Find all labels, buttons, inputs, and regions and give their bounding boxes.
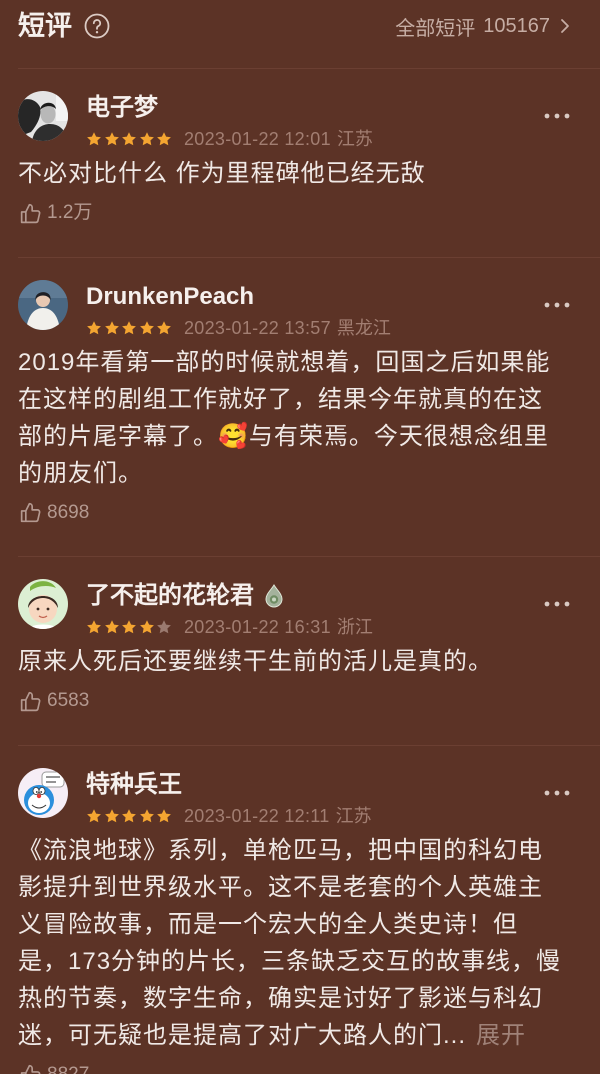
review-text-content: 原来人死后还要继续干生前的活儿是真的。 — [18, 648, 493, 675]
star-rating — [86, 131, 174, 147]
review-item: DrunkenPeach 2023-01-22 13:57 黑龙江 2019年看… — [0, 258, 600, 557]
review-header: 特种兵王 2023-01-22 12:11 江苏 — [18, 767, 582, 826]
review-date: 2023-01-22 12:11 — [184, 805, 330, 826]
review-item: 特种兵王 2023-01-22 12:11 江苏 《流浪地球》系列，单枪匹马，把… — [0, 746, 600, 1074]
star-rating — [86, 619, 174, 635]
review-text: 不必对比什么 作为里程碑他已经无敌 — [18, 155, 566, 192]
review-date: 2023-01-22 12:01 — [184, 129, 331, 149]
thumbs-up-icon — [20, 203, 41, 223]
like-button[interactable]: 8698 — [18, 500, 89, 526]
star-filled-icon — [87, 132, 101, 146]
review-meta: 了不起的花轮君 2023-01-22 16:31 浙江 — [86, 581, 373, 639]
review-location: 江苏 — [336, 129, 373, 149]
rating-row: 2023-01-22 12:11 江苏 — [86, 804, 372, 828]
section-title: 短评 — [18, 11, 72, 41]
review-text: 2019年看第一部的时候就想着，回国之后如果能在这样的剧组工作就好了，结果今年就… — [18, 344, 566, 492]
review-text-content: 《流浪地球》系列，单枪匹马，把中国的科幻电影提升到世界级水平。这不是老套的个人英… — [18, 836, 562, 1049]
more-dots-icon[interactable] — [544, 601, 570, 607]
author-name[interactable]: 了不起的花轮君 — [86, 581, 254, 611]
review-text-content: 2019年看第一部的时候就想着，回国之后如果能在这样的剧组工作就好了，结果今年就… — [18, 348, 551, 487]
rating-row: 2023-01-22 16:31 浙江 — [86, 615, 373, 639]
author-name[interactable]: 特种兵王 — [86, 770, 182, 800]
star-filled-icon — [122, 620, 136, 634]
all-reviews-count: 105167 — [483, 14, 550, 37]
all-reviews-label: 全部短评 — [395, 17, 476, 40]
rating-row: 2023-01-22 13:57 黑龙江 — [86, 316, 391, 340]
avatar[interactable] — [18, 579, 68, 629]
review-meta: 特种兵王 2023-01-22 12:11 江苏 — [86, 770, 372, 828]
star-filled-icon — [122, 132, 136, 146]
star-filled-icon — [87, 620, 101, 634]
review-text-content: 不必对比什么 作为里程碑他已经无敌 — [18, 160, 426, 187]
review-header: 了不起的花轮君 2023-01-22 16:31 浙江 — [18, 579, 582, 637]
star-rating — [86, 808, 174, 824]
like-button[interactable]: 6583 — [18, 688, 89, 714]
review-item: 电子梦 2023-01-22 12:01 江苏 不必对比什么 作为里程碑他已经无… — [0, 69, 600, 257]
star-rating — [86, 320, 174, 336]
like-count: 6583 — [47, 690, 90, 711]
thumbs-up-icon — [20, 502, 41, 523]
author-row: 了不起的花轮君 — [86, 581, 373, 611]
like-count: 8698 — [47, 501, 90, 523]
author-name[interactable]: DrunkenPeach — [86, 282, 254, 312]
star-filled-icon — [139, 132, 154, 146]
avatar[interactable] — [18, 91, 68, 141]
review-text: 《流浪地球》系列，单枪匹马，把中国的科幻电影提升到世界级水平。这不是老套的个人英… — [18, 832, 566, 1054]
like-button[interactable]: 8827 — [18, 1062, 89, 1074]
review-date: 2023-01-22 16:31 — [184, 617, 331, 637]
review-text: 原来人死后还要继续干生前的活儿是真的。 — [18, 643, 566, 680]
avatar[interactable] — [18, 767, 68, 818]
star-filled-icon — [104, 132, 119, 146]
more-dots-icon[interactable] — [544, 113, 570, 119]
star-filled-icon — [139, 320, 154, 334]
author-row: 电子梦 — [86, 93, 373, 123]
star-filled-icon — [122, 320, 136, 334]
review-header: DrunkenPeach 2023-01-22 13:57 黑龙江 — [18, 279, 582, 338]
star-filled-icon — [104, 620, 119, 634]
review-location: 江苏 — [335, 805, 372, 826]
star-filled-icon — [139, 808, 154, 822]
author-name[interactable]: 电子梦 — [86, 93, 158, 123]
star-filled-icon — [139, 620, 154, 634]
like-count: 8827 — [47, 1063, 90, 1074]
avatar[interactable] — [18, 279, 68, 330]
like-count: 1.2万 — [47, 202, 93, 223]
all-reviews-link[interactable]: 全部短评 105167 — [395, 10, 570, 42]
like-button[interactable]: 1.2万 — [18, 200, 92, 226]
star-filled-icon — [157, 132, 171, 146]
question-circle-icon[interactable] — [84, 13, 110, 39]
thumbs-up-icon — [20, 691, 41, 711]
star-filled-icon — [87, 808, 101, 822]
star-filled-icon — [87, 320, 101, 334]
chevron-right-icon — [561, 19, 569, 33]
more-dots-icon[interactable] — [544, 302, 570, 308]
star-filled-icon — [122, 808, 136, 822]
review-location: 浙江 — [336, 617, 373, 637]
review-date: 2023-01-22 13:57 — [184, 317, 331, 338]
review-header: 电子梦 2023-01-22 12:01 江苏 — [18, 91, 582, 149]
section-header: 短评 全部短评 105167 — [0, 0, 600, 68]
star-filled-icon — [104, 320, 119, 334]
star-empty-icon — [157, 620, 171, 634]
expand-link[interactable]: 展开 — [476, 1022, 526, 1049]
short-reviews-page: 短评 全部短评 105167 电子梦 2023-01-22 12:01 江苏 不… — [0, 0, 600, 1074]
rating-row: 2023-01-22 12:01 江苏 — [86, 127, 373, 151]
star-filled-icon — [104, 808, 119, 822]
thumbs-up-icon — [20, 1064, 41, 1074]
more-dots-icon[interactable] — [544, 790, 570, 796]
star-filled-icon — [157, 808, 171, 822]
review-item: 了不起的花轮君 2023-01-22 16:31 浙江 原来人死后还要继续干生前… — [0, 557, 600, 745]
star-filled-icon — [157, 320, 171, 334]
medal-badge-icon — [265, 584, 283, 608]
review-location: 黑龙江 — [336, 317, 391, 338]
review-meta: 电子梦 2023-01-22 12:01 江苏 — [86, 93, 373, 151]
review-meta: DrunkenPeach 2023-01-22 13:57 黑龙江 — [86, 282, 391, 340]
author-row: 特种兵王 — [86, 770, 372, 800]
author-row: DrunkenPeach — [86, 282, 391, 312]
